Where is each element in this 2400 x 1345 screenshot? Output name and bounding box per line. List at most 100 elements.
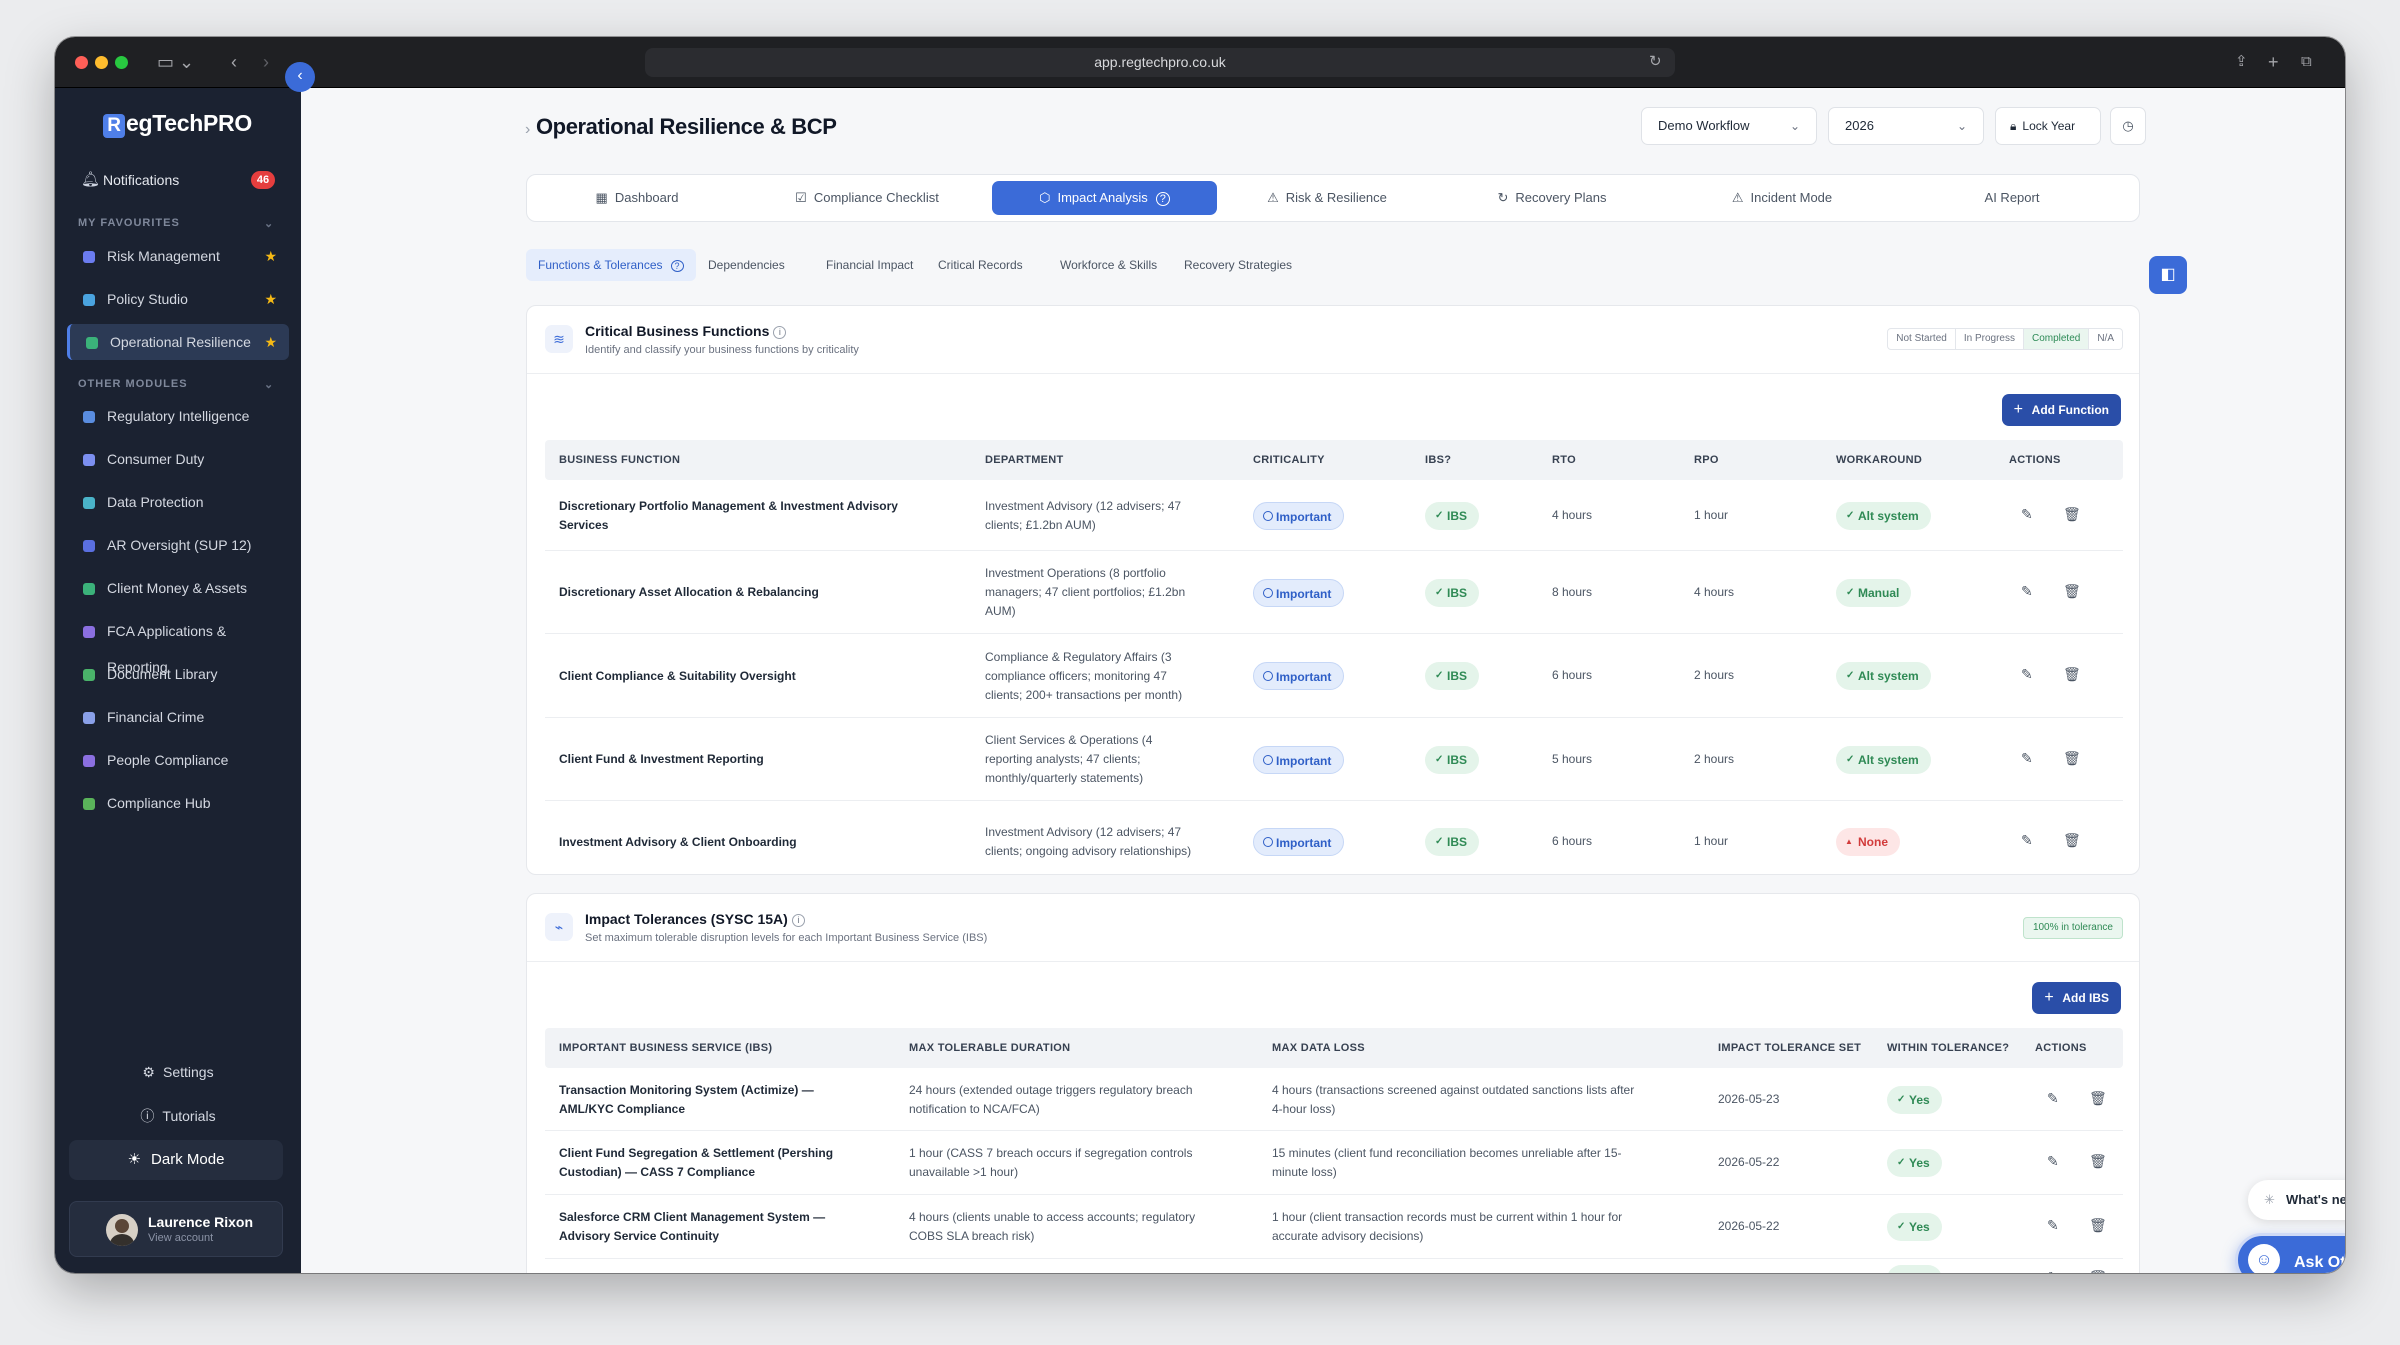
minimize-window-button[interactable] xyxy=(95,56,108,69)
criticality-badge[interactable]: Important xyxy=(1253,662,1345,690)
trash-icon[interactable]: 🗑︎ xyxy=(2063,750,2081,767)
dark-mode-toggle[interactable]: ☀ Dark Mode xyxy=(69,1140,283,1180)
tab-compliance-checklist[interactable]: ☑ Compliance Checklist xyxy=(757,181,977,215)
help-icon[interactable]: ? xyxy=(670,260,684,272)
table-row[interactable]: Client Fund & Investment Reporting Client… xyxy=(545,718,2123,801)
tab-dashboard[interactable]: ▦ Dashboard xyxy=(537,181,737,215)
add-function-button[interactable]: Add Function xyxy=(2001,394,2121,426)
sidebar-item-document-library[interactable]: Document Library xyxy=(67,656,289,692)
trash-icon[interactable]: 🗑︎ xyxy=(2089,1217,2107,1234)
criticality-badge[interactable]: Important xyxy=(1253,578,1345,607)
trash-icon[interactable]: 🗑︎ xyxy=(2063,832,2081,849)
add-ibs-button[interactable]: Add IBS xyxy=(2032,982,2121,1014)
modules-section-label[interactable]: OTHER MODULES ⌄ xyxy=(78,378,273,391)
tab-risk-resilience[interactable]: ⚠ Risk & Resilience xyxy=(1222,181,1432,215)
legend-not-started[interactable]: Not Started xyxy=(1888,329,1956,349)
sidebar-item-fca-applications-reporting[interactable]: FCA Applications & Reporting xyxy=(67,613,289,675)
trash-icon[interactable]: 🗑︎ xyxy=(2063,666,2081,683)
history-button[interactable]: ◷ xyxy=(2110,107,2146,145)
year-select[interactable]: 2026 ⌄ xyxy=(1828,107,1984,145)
table-row[interactable]: Discretionary Asset Allocation & Rebalan… xyxy=(545,1259,2123,1273)
trash-icon[interactable]: 🗑︎ xyxy=(2089,1269,2107,1273)
edit-icon[interactable]: ✎ xyxy=(2047,1090,2059,1107)
back-arrow-icon[interactable]: ‹ xyxy=(231,51,237,73)
sidebar-toggle-icon[interactable]: ▭ ⌄ xyxy=(157,51,194,73)
subtab-workforce-skills[interactable]: Workforce & Skills xyxy=(1060,249,1157,281)
edit-icon[interactable]: ✎ xyxy=(2047,1217,2059,1234)
trash-icon[interactable]: 🗑︎ xyxy=(2089,1090,2107,1107)
table-row[interactable]: Discretionary Asset Allocation & Rebalan… xyxy=(545,551,2123,634)
tolerance-set-date: 2026-05-23 xyxy=(1718,1091,1780,1106)
sidebar-item-ar-oversight-sup-12-[interactable]: AR Oversight (SUP 12) xyxy=(67,527,289,563)
info-icon[interactable]: i xyxy=(791,914,805,927)
regtechpro-logo[interactable]: RegTechPRO xyxy=(103,110,252,138)
edit-icon[interactable]: ✎ xyxy=(2047,1269,2059,1273)
legend-in-progress[interactable]: In Progress xyxy=(1956,329,2024,349)
criticality-badge[interactable]: Important xyxy=(1253,745,1345,774)
edit-icon[interactable]: ✎ xyxy=(2021,583,2033,600)
legend-n-a[interactable]: N/A xyxy=(2089,329,2122,349)
edit-icon[interactable]: ✎ xyxy=(2021,506,2033,523)
subtab-financial-impact[interactable]: Financial Impact xyxy=(826,249,913,281)
subtab-dependencies[interactable]: Dependencies xyxy=(708,249,785,281)
tab-ai-report[interactable]: AI Report xyxy=(1907,181,2117,215)
trash-icon[interactable]: 🗑︎ xyxy=(2089,1153,2107,1170)
trash-icon[interactable]: 🗑︎ xyxy=(2063,583,2081,600)
legend-completed[interactable]: Completed xyxy=(2023,329,2090,349)
sidebar-item-consumer-duty[interactable]: Consumer Duty xyxy=(67,441,289,477)
subtab-functions-tolerances[interactable]: Functions & Tolerances? xyxy=(526,249,696,281)
tab-incident-mode[interactable]: ⚠ Incident Mode xyxy=(1677,181,1887,215)
sidebar-item-data-protection[interactable]: Data Protection xyxy=(67,484,289,520)
star-icon[interactable]: ★ xyxy=(264,238,277,274)
table-row[interactable]: Client Fund Segregation & Settlement (Pe… xyxy=(545,1131,2123,1195)
edit-icon[interactable]: ✎ xyxy=(2021,750,2033,767)
tab-overview-icon[interactable]: ⧉ xyxy=(2301,51,2312,73)
share-icon[interactable]: ⇪ xyxy=(2235,51,2248,73)
trash-icon[interactable]: 🗑︎ xyxy=(2063,506,2081,523)
close-window-button[interactable] xyxy=(75,56,88,69)
settings-item[interactable]: ⚙ Settings xyxy=(67,1064,289,1081)
favourites-section-label[interactable]: MY FAVOURITES ⌄ xyxy=(78,217,273,230)
edit-icon[interactable]: ✎ xyxy=(2021,832,2033,849)
star-icon[interactable]: ★ xyxy=(264,324,277,360)
tutorials-item[interactable]: ⓘ Tutorials xyxy=(67,1106,289,1126)
table-row[interactable]: Client Compliance & Suitability Oversigh… xyxy=(545,634,2123,718)
ask-otto-button[interactable]: ☺Ask Otto xyxy=(2235,1233,2345,1273)
notifications-item[interactable]: 🔔︎ Notifications 46 xyxy=(77,162,283,198)
sidebar-item-financial-crime[interactable]: Financial Crime xyxy=(67,699,289,735)
sidebar-item-operational-resilience[interactable]: Operational Resilience ★ xyxy=(67,324,289,360)
edit-icon[interactable]: ✎ xyxy=(2047,1153,2059,1170)
sidebar-item-compliance-hub[interactable]: Compliance Hub xyxy=(67,785,289,821)
table-row[interactable]: Investment Advisory & Client Onboarding I… xyxy=(545,801,2123,874)
subtab-critical-records[interactable]: Critical Records xyxy=(938,249,1023,281)
panel-toggle-button[interactable]: ◧ xyxy=(2149,256,2187,294)
edit-icon[interactable]: ✎ xyxy=(2021,666,2033,683)
workflow-select[interactable]: Demo Workflow ⌄ xyxy=(1641,107,1817,145)
tab-recovery-plans[interactable]: ↻ Recovery Plans xyxy=(1447,181,1657,215)
criticality-badge[interactable]: Important xyxy=(1253,501,1345,530)
help-icon[interactable]: ? xyxy=(1155,192,1170,206)
sidebar-item-people-compliance[interactable]: People Compliance xyxy=(67,742,289,778)
sidebar-item-policy-studio[interactable]: Policy Studio ★ xyxy=(67,281,289,317)
url-bar[interactable]: app.regtechpro.co.uk xyxy=(645,48,1675,77)
star-icon[interactable]: ★ xyxy=(264,281,277,317)
sidebar-item-label: Client Money & Assets xyxy=(107,580,248,596)
info-icon[interactable]: i xyxy=(773,326,787,339)
criticality-badge[interactable]: Important xyxy=(1253,828,1345,856)
zoom-window-button[interactable] xyxy=(115,56,128,69)
lock-year-button[interactable]: 🔒︎ Lock Year xyxy=(1995,107,2101,145)
forward-arrow-icon[interactable]: › xyxy=(263,51,269,73)
subtab-recovery-strategies[interactable]: Recovery Strategies xyxy=(1184,249,1292,281)
reload-icon[interactable]: ↻ xyxy=(1649,51,1662,73)
table-row[interactable]: Discretionary Portfolio Management & Inv… xyxy=(545,480,2123,551)
table-row[interactable]: Salesforce CRM Client Management System … xyxy=(545,1195,2123,1259)
sidebar-item-risk-management[interactable]: Risk Management ★ xyxy=(67,238,289,274)
sidebar-item-client-money-assets[interactable]: Client Money & Assets xyxy=(67,570,289,606)
table-row[interactable]: Transaction Monitoring System (Actimize)… xyxy=(545,1068,2123,1131)
new-tab-icon[interactable]: + xyxy=(2268,51,2279,73)
collapse-sidebar-button[interactable]: ‹ xyxy=(285,62,315,92)
tab-impact-analysis[interactable]: ⬡ Impact Analysis? xyxy=(992,181,1217,215)
user-account-button[interactable]: Laurence Rixon View account xyxy=(69,1201,283,1257)
whats-new-button[interactable]: What's new xyxy=(2248,1180,2345,1220)
sidebar-item-regulatory-intelligence[interactable]: Regulatory Intelligence xyxy=(67,398,289,434)
